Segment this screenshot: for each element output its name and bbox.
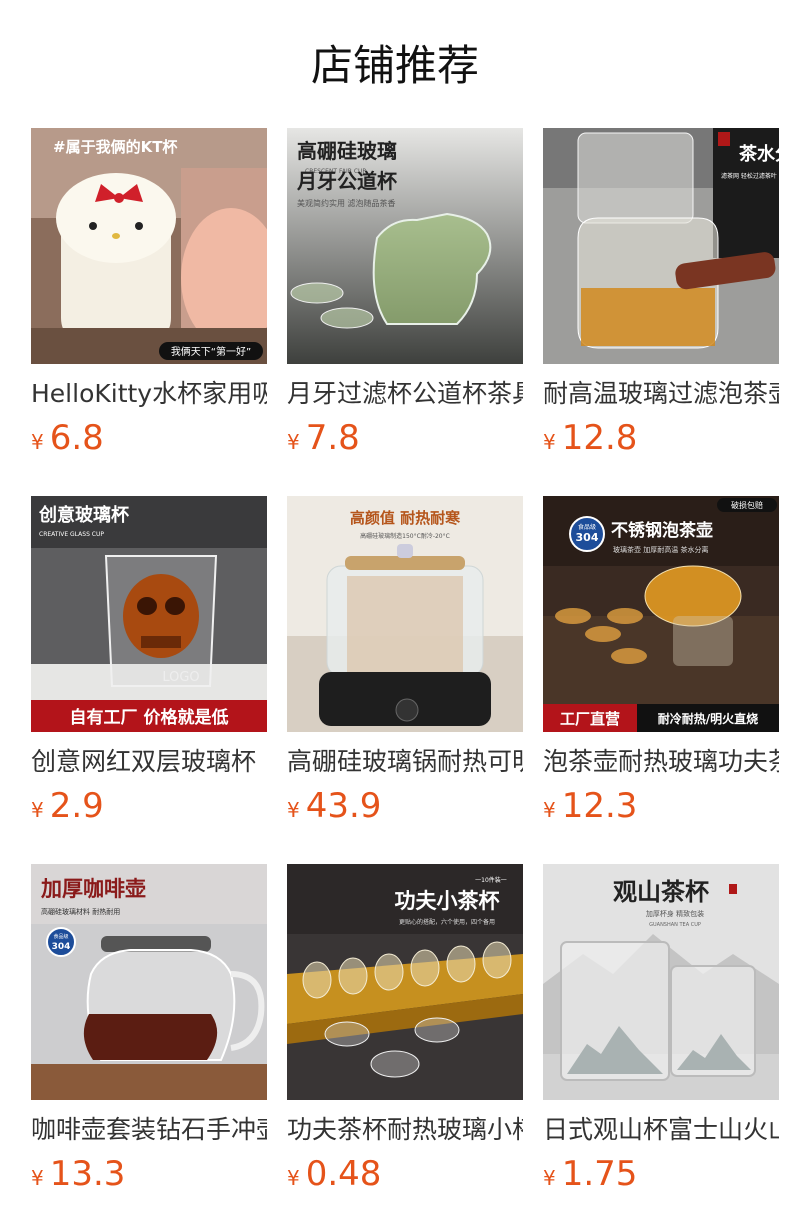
product-grid: #属于我俩的KT杯 我俩天下“第一好” HelloKitty水杯家用吸管杯 ¥6… xyxy=(31,128,779,1232)
product-card[interactable]: 加厚咖啡壶 高硼硅玻璃材料 耐热耐用 食品级 304 咖啡壶套装钻石手冲壶 ¥1… xyxy=(31,864,267,1232)
product-price: ¥2.9 xyxy=(31,786,267,826)
product-name[interactable]: 泡茶壶耐热玻璃功夫茶具 xyxy=(543,744,779,780)
product-price: ¥0.48 xyxy=(287,1154,523,1194)
product-name[interactable]: 高硼硅玻璃锅耐热可明火 xyxy=(287,744,523,780)
product-price: ¥1.75 xyxy=(543,1154,779,1194)
image-caption: 304 xyxy=(576,531,599,544)
product-price: ¥13.3 xyxy=(31,1154,267,1194)
image-caption: 高硼硅玻璃制造150°C耐冷-20°C xyxy=(360,532,450,540)
currency-symbol: ¥ xyxy=(31,1166,44,1190)
product-name[interactable]: HelloKitty水杯家用吸管杯 xyxy=(31,376,267,412)
price-value: 1.75 xyxy=(561,1154,638,1194)
image-caption: 滤茶网 轻松过滤茶叶 xyxy=(721,172,777,180)
product-card[interactable]: 观山茶杯 加厚杯身 精致包装 GUANSHAN TEA CUP 日式观山杯富士山… xyxy=(543,864,779,1232)
image-caption: 创意玻璃杯 xyxy=(38,504,130,526)
product-price: ¥7.8 xyxy=(287,418,523,458)
product-name[interactable]: 创意网红双层玻璃杯 xyxy=(31,744,267,780)
product-image[interactable]: 破损包赔 不锈钢泡茶壶 食品级 304 玻璃茶壶 加厚耐高温 茶水分离 工厂直营… xyxy=(543,496,779,732)
price-value: 7.8 xyxy=(305,418,360,458)
product-card[interactable]: 高硼硅玻璃 CRESCENT FAIR CUP 月牙公道杯 美观简约实用 滤泡随… xyxy=(287,128,523,496)
image-caption: 茶水分离 xyxy=(739,143,779,165)
image-caption: 食品级 xyxy=(53,933,68,940)
product-name[interactable]: 咖啡壶套装钻石手冲壶 xyxy=(31,1112,267,1148)
price-value: 43.9 xyxy=(305,786,382,826)
price-value: 12.8 xyxy=(561,418,638,458)
image-caption: 食品级 xyxy=(578,523,596,531)
product-image[interactable]: 观山茶杯 加厚杯身 精致包装 GUANSHAN TEA CUP xyxy=(543,864,779,1100)
price-value: 6.8 xyxy=(49,418,104,458)
page-title: 店铺推荐 xyxy=(310,41,479,90)
product-price: ¥43.9 xyxy=(287,786,523,826)
currency-symbol: ¥ xyxy=(543,430,556,454)
image-caption: GUANSHAN TEA CUP xyxy=(649,922,701,928)
image-caption: 304 xyxy=(52,942,71,952)
product-price: ¥12.8 xyxy=(543,418,779,458)
product-name[interactable]: 功夫茶杯耐热玻璃小杯 xyxy=(287,1112,523,1148)
image-caption: 更贴心的搭配，六个使用，四个备用 xyxy=(399,918,495,926)
price-value: 13.3 xyxy=(49,1154,126,1194)
currency-symbol: ¥ xyxy=(287,798,300,822)
currency-symbol: ¥ xyxy=(31,798,44,822)
product-name[interactable]: 月牙过滤杯公道杯茶具 xyxy=(287,376,523,412)
image-caption: 玻璃茶壶 加厚耐高温 茶水分离 xyxy=(613,545,708,554)
product-image[interactable]: 高硼硅玻璃 CRESCENT FAIR CUP 月牙公道杯 美观简约实用 滤泡随… xyxy=(287,128,523,364)
product-card[interactable]: 茶水分离 滤茶网 轻松过滤茶叶 耐高温玻璃过滤泡茶壶 ¥12.8 xyxy=(543,128,779,496)
image-caption: 高颜值 耐热耐寒 xyxy=(350,509,461,527)
image-caption: 破损包赔 xyxy=(731,500,763,510)
product-image[interactable]: #属于我俩的KT杯 我俩天下“第一好” xyxy=(31,128,267,364)
image-caption: 高硼硅玻璃材料 耐热耐用 xyxy=(41,907,120,916)
product-name[interactable]: 耐高温玻璃过滤泡茶壶 xyxy=(543,376,779,412)
image-caption: 自有工厂 价格就是低 xyxy=(70,707,229,728)
product-card[interactable]: 创意玻璃杯 CREATIVE GLASS CUP LOGO 自有工厂 价格就是低… xyxy=(31,496,267,864)
image-caption: 加厚咖啡壶 xyxy=(40,876,146,901)
currency-symbol: ¥ xyxy=(287,1166,300,1190)
product-card[interactable]: 一10件装一 功夫小茶杯 更贴心的搭配，六个使用，四个备用 功夫茶杯耐热玻璃小杯… xyxy=(287,864,523,1232)
currency-symbol: ¥ xyxy=(31,430,44,454)
currency-symbol: ¥ xyxy=(543,1166,556,1190)
image-caption: 月牙公道杯 xyxy=(296,169,397,193)
image-caption: LOGO xyxy=(162,670,199,685)
image-caption: 一10件装一 xyxy=(475,876,507,884)
image-caption: 我俩天下“第一好” xyxy=(171,345,251,358)
product-image[interactable]: 高颜值 耐热耐寒 高硼硅玻璃制造150°C耐冷-20°C xyxy=(287,496,523,732)
product-name[interactable]: 日式观山杯富士山火山杯 xyxy=(543,1112,779,1148)
image-caption: 美观简约实用 滤泡随品茶香 xyxy=(297,198,396,208)
price-value: 0.48 xyxy=(305,1154,382,1194)
currency-symbol: ¥ xyxy=(543,798,556,822)
product-card[interactable]: 破损包赔 不锈钢泡茶壶 食品级 304 玻璃茶壶 加厚耐高温 茶水分离 工厂直营… xyxy=(543,496,779,864)
image-caption: 不锈钢泡茶壶 xyxy=(611,520,713,541)
product-price: ¥12.3 xyxy=(543,786,779,826)
image-caption: 加厚杯身 精致包装 xyxy=(646,909,704,918)
image-caption: 高硼硅玻璃 xyxy=(297,139,397,163)
product-image[interactable]: 加厚咖啡壶 高硼硅玻璃材料 耐热耐用 食品级 304 xyxy=(31,864,267,1100)
image-caption: #属于我俩的KT杯 xyxy=(53,138,178,156)
image-caption: CREATIVE GLASS CUP xyxy=(39,531,104,538)
product-card[interactable]: 高颜值 耐热耐寒 高硼硅玻璃制造150°C耐冷-20°C 高硼硅玻璃锅耐热可明火… xyxy=(287,496,523,864)
currency-symbol: ¥ xyxy=(287,430,300,454)
product-image[interactable]: 一10件装一 功夫小茶杯 更贴心的搭配，六个使用，四个备用 xyxy=(287,864,523,1100)
product-card[interactable]: #属于我俩的KT杯 我俩天下“第一好” HelloKitty水杯家用吸管杯 ¥6… xyxy=(31,128,267,496)
product-image[interactable]: 茶水分离 滤茶网 轻松过滤茶叶 xyxy=(543,128,779,364)
product-price: ¥6.8 xyxy=(31,418,267,458)
price-value: 12.3 xyxy=(561,786,638,826)
image-caption: 工厂直营 xyxy=(560,710,620,728)
image-caption: 功夫小茶杯 xyxy=(395,888,500,913)
price-value: 2.9 xyxy=(49,786,104,826)
image-caption: 观山茶杯 xyxy=(613,877,709,906)
product-image[interactable]: 创意玻璃杯 CREATIVE GLASS CUP LOGO 自有工厂 价格就是低 xyxy=(31,496,267,732)
image-caption: 耐冷耐热/明火直烧 xyxy=(658,711,758,726)
